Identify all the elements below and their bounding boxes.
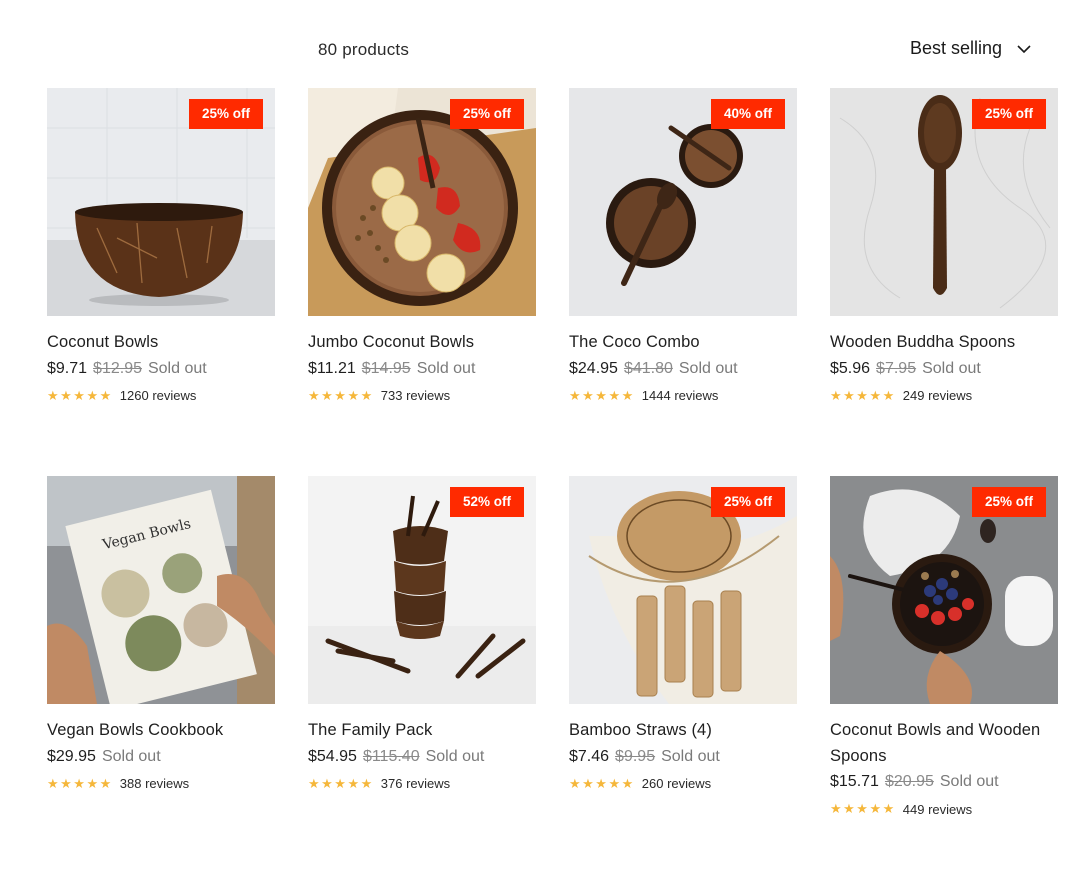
compare-price: $12.95: [93, 359, 142, 377]
product-title[interactable]: The Family Pack: [308, 718, 536, 744]
product-image[interactable]: 25% off: [569, 476, 797, 704]
product-image[interactable]: 25% off: [830, 88, 1058, 316]
product-title[interactable]: Bamboo Straws (4): [569, 718, 797, 744]
product-title[interactable]: Vegan Bowls Cookbook: [47, 718, 275, 744]
product-image[interactable]: Vegan Bowls: [47, 476, 275, 704]
price-row: $5.96 $7.95 Sold out: [830, 356, 1058, 382]
product-grid: 25% off Coconut Bowls $9.71 $12.95 Sold ou…: [0, 0, 1080, 888]
price-row: $11.21 $14.95 Sold out: [308, 356, 536, 382]
rating: ★★★★★ 733 reviews: [308, 388, 536, 404]
review-count[interactable]: 733 reviews: [381, 388, 450, 403]
product-card[interactable]: 25% off Jumbo Coconut Bowls $11.21 $14.95…: [308, 88, 536, 404]
review-count[interactable]: 449 reviews: [903, 802, 972, 817]
product-title[interactable]: Jumbo Coconut Bowls: [308, 330, 536, 356]
star-rating-icon: ★★★★★: [308, 775, 374, 791]
discount-badge: 25% off: [188, 99, 263, 129]
product-image[interactable]: 52% off: [308, 476, 536, 704]
stock-status: Sold out: [678, 359, 738, 377]
compare-price: $14.95: [361, 359, 411, 377]
review-count[interactable]: 376 reviews: [381, 776, 450, 791]
sale-price: $54.95: [308, 747, 357, 765]
review-count[interactable]: 1444 reviews: [642, 388, 719, 403]
rating: ★★★★★ 1444 reviews: [569, 388, 797, 404]
compare-price: $41.80: [623, 359, 673, 377]
rating: ★★★★★ 1260 reviews: [47, 388, 275, 404]
stock-status: Sold out: [101, 747, 161, 765]
product-image[interactable]: 25% off: [308, 88, 536, 316]
product-card[interactable]: Vegan Bowls Vegan Bowls Cookbook $29.95 S…: [47, 476, 275, 792]
sale-price: $29.95: [47, 747, 96, 765]
star-rating-icon: ★★★★★: [569, 387, 635, 403]
discount-badge: 25% off: [971, 487, 1046, 517]
compare-price: $7.95: [876, 359, 917, 377]
stock-status: Sold out: [939, 773, 999, 790]
product-image[interactable]: 40% off: [569, 88, 797, 316]
rating: ★★★★★ 376 reviews: [308, 776, 536, 792]
review-count[interactable]: 1260 reviews: [120, 388, 197, 403]
rating: ★★★★★ 388 reviews: [47, 776, 275, 792]
product-title[interactable]: Coconut Bowls: [47, 330, 275, 356]
product-card[interactable]: 52% off The Family Pack $54.95 $115.40 Sol…: [308, 476, 536, 792]
star-rating-icon: ★★★★★: [830, 387, 896, 403]
sale-price: $7.46: [569, 747, 610, 765]
discount-badge: 52% off: [449, 487, 524, 517]
product-card[interactable]: 25% off Coconut Bowls $9.71 $12.95 Sold ou…: [47, 88, 275, 404]
price-row: $24.95 $41.80 Sold out: [569, 356, 797, 382]
star-rating-icon: ★★★★★: [308, 387, 374, 403]
price-row: $29.95 Sold out: [47, 744, 275, 770]
product-title[interactable]: Coconut Bowls and Wooden Spoons: [830, 718, 1058, 769]
star-rating-icon: ★★★★★: [569, 775, 635, 791]
stock-status: Sold out: [661, 747, 720, 765]
star-rating-icon: ★★★★★: [47, 387, 113, 403]
product-card[interactable]: 40% off The Coco Combo $24.95 $41.80 Sold …: [569, 88, 797, 404]
product-card[interactable]: 25% off Wooden Buddha Spoons $5.96 $7.95 S…: [830, 88, 1058, 404]
stock-status: Sold out: [425, 747, 485, 765]
sale-price: $5.96: [830, 359, 871, 377]
review-count[interactable]: 388 reviews: [120, 776, 189, 791]
star-rating-icon: ★★★★★: [830, 801, 896, 816]
sale-price: $11.21: [308, 359, 356, 377]
compare-price: $115.40: [362, 747, 420, 765]
price-row: $15.71 $20.95 Sold out: [830, 769, 1058, 795]
discount-badge: 40% off: [710, 99, 785, 129]
price-row: $9.71 $12.95 Sold out: [47, 356, 275, 382]
star-rating-icon: ★★★★★: [47, 775, 113, 791]
stock-status: Sold out: [147, 359, 207, 377]
sale-price: $24.95: [569, 359, 618, 377]
compare-price: $9.95: [615, 747, 656, 765]
stock-status: Sold out: [922, 359, 981, 377]
product-title[interactable]: The Coco Combo: [569, 330, 797, 356]
sale-price: $9.71: [47, 359, 88, 377]
stock-status: Sold out: [416, 359, 476, 377]
price-row: $54.95 $115.40 Sold out: [308, 744, 536, 770]
discount-badge: 25% off: [710, 487, 785, 517]
rating: ★★★★★ 449 reviews: [830, 801, 1058, 817]
product-card[interactable]: 25% off Coconut Bowls and Wooden Spoons …: [830, 476, 1058, 817]
price-row: $7.46 $9.95 Sold out: [569, 744, 797, 770]
rating: ★★★★★ 260 reviews: [569, 776, 797, 792]
compare-price: $20.95: [884, 773, 934, 790]
review-count[interactable]: 260 reviews: [642, 776, 711, 791]
review-count[interactable]: 249 reviews: [903, 388, 972, 403]
product-card[interactable]: 25% off Bamboo Straws (4) $7.46 $9.95 Sold…: [569, 476, 797, 792]
product-image[interactable]: 25% off: [830, 476, 1058, 704]
discount-badge: 25% off: [971, 99, 1046, 129]
discount-badge: 25% off: [449, 99, 524, 129]
product-image[interactable]: 25% off: [47, 88, 275, 316]
rating: ★★★★★ 249 reviews: [830, 388, 1058, 404]
sale-price: $15.71: [830, 773, 879, 790]
product-title[interactable]: Wooden Buddha Spoons: [830, 330, 1058, 356]
